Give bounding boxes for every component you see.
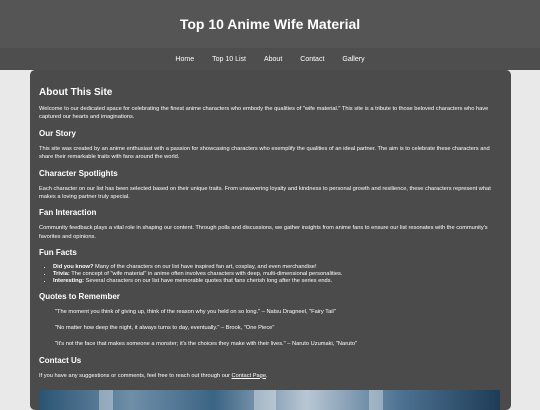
fun-facts-heading: Fun Facts (39, 248, 77, 258)
banner-highlight (254, 390, 276, 410)
fan-interaction-heading: Fan Interaction (39, 208, 97, 218)
fun-facts-list: Did you know? Many of the characters on … (39, 264, 502, 284)
main-nav: Home Top 10 List About Contact Gallery (0, 48, 540, 70)
nav-about-link[interactable]: About (264, 56, 282, 63)
contact-text-end: . (266, 372, 268, 379)
content-panel: About This Site Welcome to our dedicated… (30, 70, 511, 410)
nav-top10-link[interactable]: Top 10 List (212, 56, 246, 63)
nav-gallery-link[interactable]: Gallery (342, 56, 364, 63)
quote-item: "It's not the face that makes someone a … (55, 340, 358, 347)
quotes-heading: Quotes to Remember (39, 291, 120, 301)
site-header: Top 10 Anime Wife Material (0, 0, 540, 48)
story-heading: Our Story (39, 128, 76, 138)
nav-contact-link[interactable]: Contact (300, 56, 324, 63)
contact-text-lead: If you have any suggestions or comments,… (39, 372, 232, 379)
nav-home-link[interactable]: Home (175, 56, 194, 63)
fun-fact-item: Trivia: The concept of "wife material" i… (53, 271, 502, 278)
fun-fact-label: Did you know? (53, 264, 94, 271)
spotlights-text: Each character on our list has been sele… (39, 185, 491, 201)
quote-item: "No matter how deep the night, it always… (55, 324, 275, 331)
spotlights-heading: Character Spotlights (39, 168, 118, 178)
intro-text: Welcome to our dedicated space for celeb… (39, 106, 489, 121)
fun-fact-text: The concept of "wife material" in anime … (69, 271, 343, 278)
quote-item: "The moment you think of giving up, thin… (55, 308, 336, 315)
page-title: About This Site (39, 87, 113, 98)
banner-highlight (369, 390, 383, 410)
fun-fact-label: Interesting: (53, 277, 84, 284)
fan-interaction-text: Community feedback plays a vital role in… (39, 225, 488, 240)
contact-heading: Contact Us (39, 355, 82, 365)
site-title: Top 10 Anime Wife Material (179, 16, 361, 32)
contact-text: If you have any suggestions or comments,… (39, 372, 502, 380)
fun-fact-item: Interesting: Several characters on our l… (53, 278, 502, 285)
fun-fact-item: Did you know? Many of the characters on … (53, 264, 502, 271)
contact-page-link[interactable]: Contact Page (232, 373, 266, 379)
gallery-banner-image (39, 390, 500, 410)
fun-fact-text: Many of the characters on our list have … (93, 264, 317, 271)
fun-fact-text: Several characters on our list have memo… (83, 277, 333, 284)
story-text: This site was created by an anime enthus… (39, 145, 490, 161)
banner-highlight (99, 390, 113, 410)
fun-fact-label: Trivia: (53, 271, 70, 278)
